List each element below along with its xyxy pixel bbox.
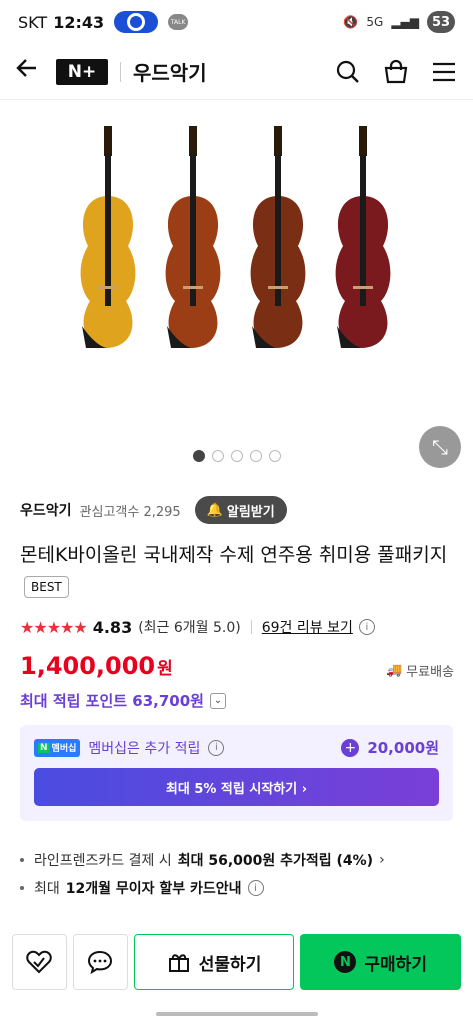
membership-bonus: 20,000원 (367, 739, 439, 757)
star-rating-icon: ★★★★★ (20, 617, 88, 637)
membership-text: 멤버십은 추가 적립 (88, 740, 201, 757)
app-header: N+ 우드악기 (0, 44, 473, 100)
membership-box: N 멤버십 멤버십은 추가 적립 i + 20,000원 최대 5% 적립 시작하… (20, 725, 453, 821)
gift-button[interactable]: 선물하기 (133, 934, 295, 990)
price-currency: 원 (157, 659, 173, 679)
max-points: 최대 적립 포인트 63,700원 (20, 692, 204, 710)
benefits-list: 라인프렌즈카드 결제 시 최대 56,000원 추가적립 (4%) › 최대 1… (20, 846, 385, 902)
back-arrow-icon[interactable] (14, 55, 50, 88)
expand-icon[interactable]: ⤡ (419, 426, 461, 468)
status-right: 🔇 5G ▂▄▆ 53 (343, 11, 455, 33)
header-icons (333, 57, 459, 87)
seller-row: 우드악기 관심고객수 2,295 🔔 알림받기 (20, 496, 287, 524)
product-title-text: 몬테K바이올린 국내제작 수제 연주용 취미용 풀패키지 (20, 544, 448, 566)
rating-separator (250, 620, 252, 634)
bell-icon: 🔔 (206, 502, 223, 518)
benefit-pre: 최대 (34, 881, 60, 897)
benefit-bold: 12개월 무이자 할부 카드안내 (65, 881, 242, 897)
talk-icon: TALK (168, 14, 189, 30)
carousel-dot[interactable] (192, 450, 205, 462)
naver-n-icon: N (334, 951, 357, 973)
shipping-info: 🚚 무료배송 (386, 661, 454, 680)
chat-icon (88, 950, 113, 975)
followers-count: 관심고객수 2,295 (79, 504, 181, 520)
gift-icon (168, 954, 189, 972)
truck-icon: 🚚 (385, 663, 403, 678)
product-title: 몬테K바이올린 국내제작 수제 연주용 취미용 풀패키지 BEST (20, 540, 460, 602)
carousel-dot[interactable] (211, 450, 224, 462)
carrier-label: SKT (18, 12, 48, 32)
membership-badge: N 멤버십 (34, 738, 81, 757)
rating-score: 4.83 (92, 617, 133, 637)
alarm-label: 알림받기 (226, 504, 275, 520)
membership-cta-button[interactable]: 최대 5% 적립 시작하기 › (34, 768, 439, 806)
benefit-pre: 라인프렌즈카드 결제 시 (34, 853, 172, 869)
price-row: 1,400,000 원 🚚 무료배송 (20, 652, 454, 680)
info-icon[interactable]: i (247, 880, 264, 896)
bottom-action-bar: 선물하기 N 구매하기 (12, 934, 461, 990)
price-amount: 1,400,000 (20, 652, 156, 680)
heart-check-icon (26, 950, 53, 974)
chevron-down-icon[interactable]: ⌄ (209, 692, 226, 709)
product-image-carousel[interactable]: ⤡ (0, 100, 473, 476)
violins-image (80, 126, 391, 348)
store-title[interactable]: 우드악기 (133, 57, 207, 86)
list-item[interactable]: 라인프렌즈카드 결제 시 최대 56,000원 추가적립 (4%) › (20, 846, 385, 874)
header-divider (120, 61, 121, 82)
bag-icon[interactable] (381, 57, 411, 87)
carousel-dot[interactable] (249, 450, 262, 462)
review-link[interactable]: 69건 리뷰 보기 (262, 617, 353, 637)
naver-plus-logo[interactable]: N+ (56, 58, 108, 85)
battery-icon: 53 (427, 11, 455, 33)
chevron-right-icon: › (379, 852, 385, 868)
mute-icon: 🔇 (343, 15, 359, 29)
shipping-label: 무료배송 (406, 665, 454, 680)
points-row[interactable]: 최대 적립 포인트 63,700원 ⌄ (20, 690, 226, 711)
status-bar: SKT 12:43 TALK 🔇 5G ▂▄▆ 53 (0, 0, 473, 44)
seller-name[interactable]: 우드악기 (20, 500, 72, 520)
buy-label: 구매하기 (364, 954, 427, 975)
home-indicator[interactable] (156, 1012, 318, 1016)
location-pill-icon (114, 11, 159, 33)
bullet (20, 886, 24, 890)
info-icon[interactable]: i (358, 619, 375, 635)
recent-rating: (최근 6개월 5.0) (138, 620, 241, 636)
carousel-dot[interactable] (230, 450, 243, 462)
chat-button[interactable] (72, 934, 128, 990)
benefit-bold: 최대 56,000원 추가적립 (4%) (177, 853, 374, 869)
info-icon[interactable]: i (208, 739, 225, 756)
network-label: 5G (366, 15, 384, 29)
list-item[interactable]: 최대 12개월 무이자 할부 카드안내 i (20, 874, 385, 902)
alarm-button[interactable]: 🔔 알림받기 (194, 496, 287, 524)
menu-icon[interactable] (429, 57, 459, 87)
signal-icon: ▂▄▆ (391, 15, 419, 29)
status-left: SKT 12:43 TALK (18, 11, 189, 33)
wishlist-button[interactable] (12, 934, 67, 990)
carousel-dots (0, 450, 473, 462)
buy-button[interactable]: N 구매하기 (300, 934, 461, 990)
gift-label: 선물하기 (198, 954, 262, 975)
rating-row: ★★★★★ 4.83 (최근 6개월 5.0) 69건 리뷰 보기 i (20, 617, 375, 637)
clock: 12:43 (53, 12, 105, 32)
bullet (20, 858, 24, 862)
membership-top: N 멤버십 멤버십은 추가 적립 i + 20,000원 (34, 737, 439, 758)
plus-icon: + (341, 738, 360, 757)
search-icon[interactable] (333, 57, 363, 87)
carousel-dot[interactable] (268, 450, 281, 462)
best-badge: BEST (24, 575, 69, 598)
